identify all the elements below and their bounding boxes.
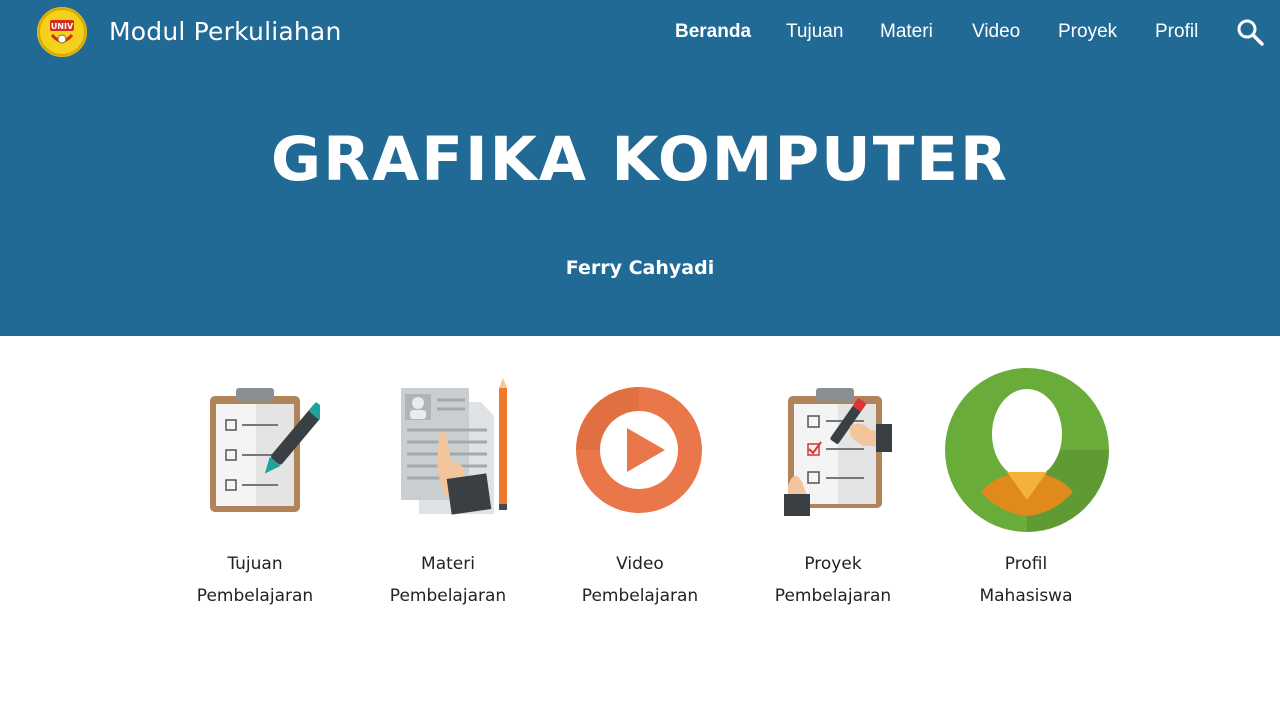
card-title-line2: Pembelajaran xyxy=(389,586,507,606)
play-icon xyxy=(555,366,725,532)
document-pencil-icon xyxy=(363,366,533,532)
hero-banner: UNIV Modul Perkuliahan Beranda Tujuan Ma… xyxy=(0,0,1280,336)
search-icon[interactable] xyxy=(1235,17,1265,47)
site-title[interactable]: Modul Perkuliahan xyxy=(109,17,342,46)
nav-item-profil[interactable]: Profil xyxy=(1155,21,1198,47)
checklist-icon xyxy=(748,366,918,532)
card-title-line1: Proyek xyxy=(804,554,862,574)
card-materi-pembelajaran[interactable]: Materi Pembelajaran xyxy=(363,366,533,616)
nav-item-video[interactable]: Video xyxy=(972,21,1020,47)
page-title: GRAFIKA KOMPUTER xyxy=(271,124,1009,195)
clipboard-pen-icon xyxy=(170,366,340,532)
university-logo-icon[interactable]: UNIV xyxy=(37,7,87,57)
card-video-pembelajaran[interactable]: Video Pembelajaran xyxy=(555,366,725,616)
top-navbar: UNIV Modul Perkuliahan Beranda Tujuan Ma… xyxy=(0,0,1280,66)
card-title-line1: Tujuan xyxy=(227,554,283,574)
card-title-line2: Pembelajaran xyxy=(774,586,892,606)
card-proyek-pembelajaran[interactable]: Proyek Pembelajaran xyxy=(748,366,918,616)
svg-text:UNIV: UNIV xyxy=(51,22,74,31)
card-title-line1: Profil xyxy=(1004,554,1048,574)
user-profile-icon xyxy=(941,366,1111,532)
nav-item-beranda[interactable]: Beranda xyxy=(675,21,751,47)
nav-item-materi[interactable]: Materi xyxy=(880,21,933,47)
nav-item-proyek[interactable]: Proyek xyxy=(1058,21,1117,47)
card-tujuan-pembelajaran[interactable]: Tujuan Pembelajaran xyxy=(170,366,340,616)
card-title-line1: Materi xyxy=(421,554,475,574)
card-title-line1: Video xyxy=(616,554,664,574)
nav-item-tujuan[interactable]: Tujuan xyxy=(786,21,843,47)
card-profil-mahasiswa[interactable]: Profil Mahasiswa xyxy=(941,366,1111,616)
card-title-line2: Mahasiswa xyxy=(979,586,1073,606)
card-title-line2: Pembelajaran xyxy=(581,586,699,606)
card-title-line2: Pembelajaran xyxy=(196,586,314,606)
author-name: Ferry Cahyadi xyxy=(565,257,715,279)
